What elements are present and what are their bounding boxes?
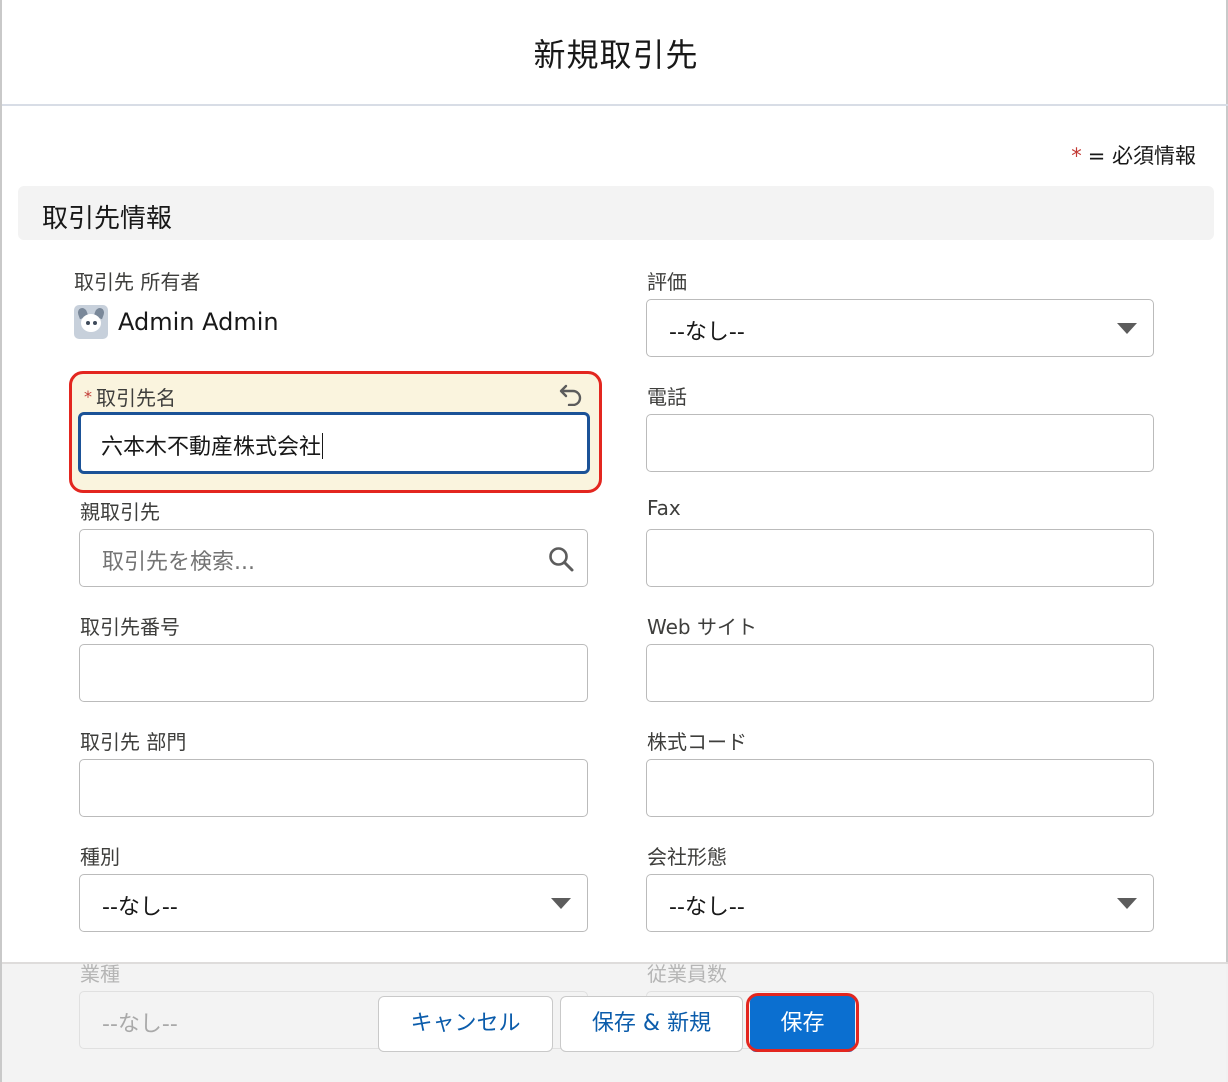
- account-name-field: * 取引先名 六本木不動産株式会社: [69, 371, 602, 493]
- required-legend-text: = 必須情報: [1087, 144, 1196, 168]
- account-name-label-text: 取引先名: [96, 386, 176, 410]
- account-site-input[interactable]: [79, 759, 588, 817]
- section-title: 取引先情報: [42, 204, 173, 234]
- account-number-label: 取引先番号: [80, 615, 180, 639]
- parent-account-lookup[interactable]: 取引先を検索...: [79, 529, 588, 587]
- save-new-button[interactable]: 保存 & 新規: [560, 996, 743, 1052]
- required-star: *: [1071, 144, 1082, 168]
- account-number-input[interactable]: [79, 644, 588, 702]
- owner-name[interactable]: Admin Admin: [118, 308, 279, 336]
- website-label: Web サイト: [647, 615, 757, 639]
- required-legend: * = 必須情報: [1071, 140, 1196, 170]
- industry-label: 業種: [80, 962, 120, 986]
- ticker-input[interactable]: [646, 759, 1154, 817]
- account-name-label: * 取引先名: [84, 382, 176, 411]
- chevron-down-icon: [551, 898, 571, 909]
- phone-input[interactable]: [646, 414, 1154, 472]
- modal-title: 新規取引先: [533, 36, 699, 74]
- phone-label: 電話: [647, 385, 687, 409]
- website-input[interactable]: [646, 644, 1154, 702]
- account-name-value: 六本木不動産株式会社: [101, 433, 324, 460]
- modal-header: 新規取引先: [2, 0, 1228, 106]
- type-select[interactable]: --なし--: [79, 874, 588, 932]
- account-site-label: 取引先 部門: [80, 730, 187, 754]
- ownership-label: 会社形態: [647, 845, 727, 869]
- ownership-value: --なし--: [669, 895, 745, 920]
- section-header[interactable]: 取引先情報: [18, 186, 1214, 240]
- user-avatar: [74, 305, 108, 339]
- parent-account-placeholder: 取引先を検索...: [102, 550, 255, 575]
- employees-label: 従業員数: [647, 962, 727, 986]
- rating-value: --なし--: [669, 320, 745, 345]
- account-name-input[interactable]: 六本木不動産株式会社: [78, 412, 590, 474]
- fax-label: Fax: [647, 496, 681, 520]
- fax-input[interactable]: [646, 529, 1154, 587]
- chevron-down-icon: [1117, 898, 1137, 909]
- owner-value: Admin Admin: [74, 305, 279, 339]
- type-label: 種別: [80, 845, 120, 869]
- rating-select[interactable]: --なし--: [646, 299, 1154, 357]
- industry-value: --なし--: [102, 1012, 178, 1037]
- new-account-modal: 新規取引先 * = 必須情報 取引先情報 取引先 所有者 Admin Admin …: [0, 0, 1228, 1082]
- type-value: --なし--: [102, 895, 178, 920]
- search-icon: [549, 547, 574, 572]
- save-button-highlight: [746, 993, 859, 1052]
- rating-label: 評価: [647, 270, 687, 294]
- undo-icon[interactable]: [559, 382, 585, 406]
- required-star: *: [84, 387, 92, 406]
- cancel-button[interactable]: キャンセル: [378, 996, 553, 1052]
- chevron-down-icon: [1117, 323, 1137, 334]
- ownership-select[interactable]: --なし--: [646, 874, 1154, 932]
- owner-label: 取引先 所有者: [74, 270, 201, 294]
- ticker-label: 株式コード: [647, 730, 747, 754]
- parent-account-label: 親取引先: [80, 500, 160, 524]
